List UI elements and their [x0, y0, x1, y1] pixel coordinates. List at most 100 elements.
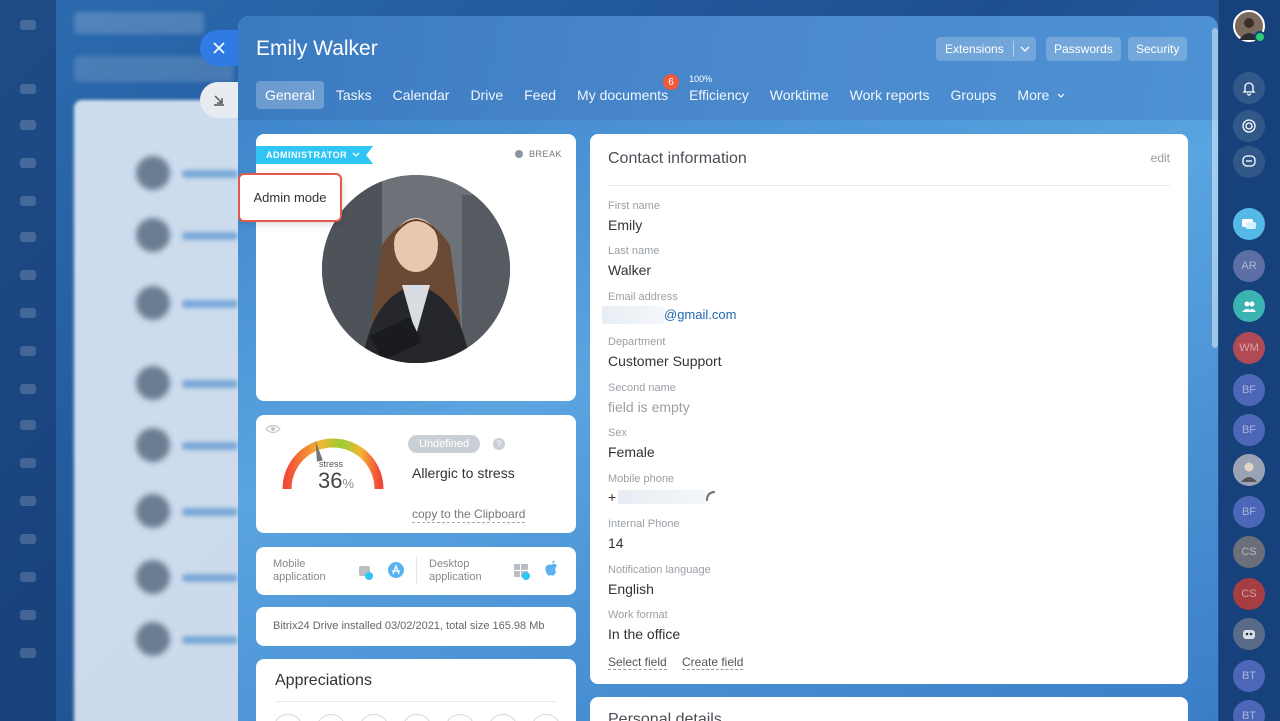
work-status: BREAK: [514, 149, 562, 159]
desktop-app-label: Desktop application: [429, 558, 482, 583]
copilot-button[interactable]: [1233, 110, 1265, 142]
online-indicator: [1254, 31, 1266, 43]
close-icon: [213, 42, 225, 54]
chat-bubbles-icon: [1242, 219, 1256, 229]
contact-information-card: Contact information edit First name Emil…: [590, 134, 1188, 684]
rail-avatar-bf-3[interactable]: BF: [1233, 496, 1265, 528]
panel-scrollbar[interactable]: [1212, 28, 1218, 348]
android-icon[interactable]: [355, 561, 375, 581]
rail-avatar-photo[interactable]: [1233, 454, 1265, 486]
tab-work-reports[interactable]: Work reports: [841, 81, 939, 109]
admin-mode-label: Admin mode: [253, 190, 327, 205]
last-name-value: Walker: [608, 262, 652, 278]
admin-mode-tooltip[interactable]: Admin mode: [238, 173, 342, 222]
spiral-icon: [1242, 119, 1256, 133]
employee-profile-slider: Emily Walker Extensions Passwords Securi…: [238, 16, 1218, 721]
tab-groups[interactable]: Groups: [941, 81, 1005, 109]
rail-avatar-ar[interactable]: AR: [1233, 250, 1265, 282]
role-ribbon[interactable]: ADMINISTRATOR: [256, 146, 374, 164]
status-dot: [514, 150, 523, 158]
rail-avatar-cs-2[interactable]: CS: [1233, 578, 1265, 610]
appreciation-badge[interactable]: [273, 714, 303, 721]
copy-to-clipboard-link[interactable]: copy to the Clipboard: [412, 507, 526, 523]
appreciation-badge[interactable]: [402, 714, 432, 721]
help-icon[interactable]: ?: [493, 438, 505, 450]
email-label: Email address: [608, 291, 678, 303]
appreciation-badge[interactable]: [488, 714, 518, 721]
minimize-slider-button[interactable]: [200, 82, 238, 118]
rail-avatar-bt-2[interactable]: BT: [1233, 700, 1265, 721]
tab-feed[interactable]: Feed: [515, 81, 565, 109]
status-label: BREAK: [528, 149, 562, 159]
create-field-link[interactable]: Create field: [682, 655, 744, 670]
sex-label: Sex: [608, 427, 627, 439]
bell-icon: [1242, 82, 1256, 96]
personal-details-title: Personal details: [608, 711, 722, 721]
efficiency-percent: 100%: [689, 74, 713, 84]
chevron-down-icon: [1057, 93, 1065, 98]
page-title: Emily Walker: [256, 37, 378, 60]
notifications-button[interactable]: [1233, 72, 1265, 104]
rail-avatar-bf-2[interactable]: BF: [1233, 414, 1265, 446]
second-name-value: field is empty: [608, 399, 690, 415]
notification-language-value: English: [608, 581, 654, 597]
stress-card: stress 36% Undefined ? Allergic to stres…: [256, 415, 576, 533]
tab-general[interactable]: General: [256, 81, 324, 109]
appreciation-badge[interactable]: [359, 714, 389, 721]
tab-calendar[interactable]: Calendar: [384, 81, 459, 109]
edit-link[interactable]: edit: [1151, 151, 1170, 165]
mobile-app-label: Mobile application: [273, 558, 326, 583]
stress-value: 36%: [318, 468, 355, 493]
tab-my-documents[interactable]: My documents 6: [568, 74, 680, 109]
department-value: Customer Support: [608, 353, 722, 369]
appreciation-badge[interactable]: [445, 714, 475, 721]
extensions-button[interactable]: Extensions: [936, 37, 1036, 61]
second-name-label: Second name: [608, 382, 676, 394]
appreciation-badge[interactable]: [316, 714, 346, 721]
mobile-phone-label: Mobile phone: [608, 473, 675, 485]
group-chat-button[interactable]: [1233, 290, 1265, 322]
personal-details-card: Personal details: [590, 697, 1188, 721]
phone-icon[interactable]: [704, 489, 718, 503]
internal-phone-label: Internal Phone: [608, 518, 680, 530]
tab-drive[interactable]: Drive: [461, 81, 512, 109]
select-field-link[interactable]: Select field: [608, 655, 667, 670]
chats-button[interactable]: [1233, 208, 1265, 240]
drive-info-card: Bitrix24 Drive installed 03/02/2021, tot…: [256, 607, 576, 646]
group-icon: [1242, 301, 1256, 312]
chevron-down-icon: [352, 152, 360, 157]
drive-info-text: Bitrix24 Drive installed 03/02/2021, tot…: [273, 620, 545, 632]
profile-photo[interactable]: [322, 175, 510, 363]
rail-avatar-wm[interactable]: WM: [1233, 332, 1265, 364]
documents-count-badge: 6: [663, 74, 680, 90]
app-store-icon[interactable]: [387, 561, 405, 579]
passwords-button[interactable]: Passwords: [1046, 37, 1121, 61]
apple-icon[interactable]: [543, 560, 559, 578]
rail-avatar-bt-1[interactable]: BT: [1233, 660, 1265, 692]
rail-avatar-bf-1[interactable]: BF: [1233, 374, 1265, 406]
tab-worktime[interactable]: Worktime: [761, 81, 838, 109]
email-value[interactable]: @gmail.com: [664, 307, 736, 322]
appreciation-badge[interactable]: [531, 714, 561, 721]
first-name-label: First name: [608, 200, 660, 212]
tab-more[interactable]: More: [1008, 81, 1075, 109]
notification-language-label: Notification language: [608, 564, 711, 576]
applications-card: Mobile application Desktop application: [256, 547, 576, 595]
rail-avatar-robot[interactable]: [1233, 618, 1265, 650]
rail-avatar-cs-1[interactable]: CS: [1233, 536, 1265, 568]
right-sidebar: AR WM BF BF BF CS CS BT BT: [1218, 0, 1280, 721]
appreciations-card: Appreciations: [256, 659, 576, 721]
tab-tasks[interactable]: Tasks: [327, 81, 381, 109]
tab-efficiency[interactable]: 100% Efficiency: [680, 74, 758, 109]
search-chat-button[interactable]: [1233, 146, 1265, 178]
last-name-label: Last name: [608, 245, 660, 257]
internal-phone-value: 14: [608, 535, 624, 551]
stress-description: Allergic to stress: [412, 465, 515, 481]
close-slider-button[interactable]: [200, 30, 238, 66]
security-button[interactable]: Security: [1128, 37, 1188, 61]
minimize-icon: [214, 95, 224, 106]
windows-icon[interactable]: [512, 561, 532, 581]
role-label: ADMINISTRATOR: [266, 150, 348, 160]
background-left-menu: [0, 0, 56, 721]
current-user-avatar[interactable]: [1233, 10, 1266, 43]
